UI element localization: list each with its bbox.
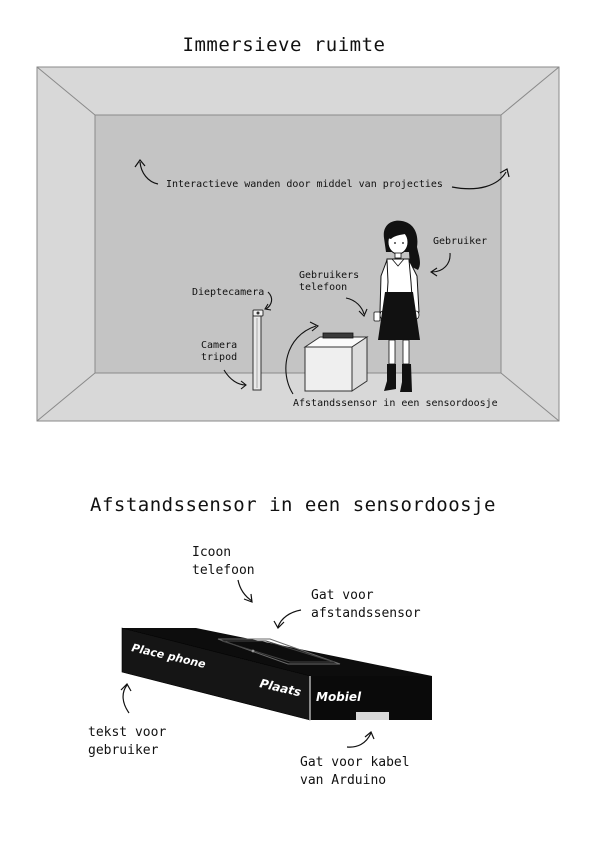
box-text-mobiel: Mobiel bbox=[316, 690, 362, 704]
cable-hole-label: Gat voor kabel van Arduino bbox=[300, 755, 410, 788]
user-text-arrow-icon bbox=[120, 683, 132, 714]
cable-hole-arrow-icon bbox=[346, 731, 375, 748]
sensor-hole-arrow-icon bbox=[273, 609, 302, 629]
sensor-box-illustration: Place phone Plaats Mobiel bbox=[120, 579, 432, 748]
sensor-hole-label: Gat voor afstandssensor bbox=[311, 588, 421, 621]
phone-icon-arrow-icon bbox=[237, 579, 253, 603]
user-text-label: tekst voor gebruiker bbox=[88, 725, 167, 758]
phone-icon-label: Icoon telefoon bbox=[192, 545, 255, 578]
cable-hole-icon bbox=[356, 712, 389, 720]
